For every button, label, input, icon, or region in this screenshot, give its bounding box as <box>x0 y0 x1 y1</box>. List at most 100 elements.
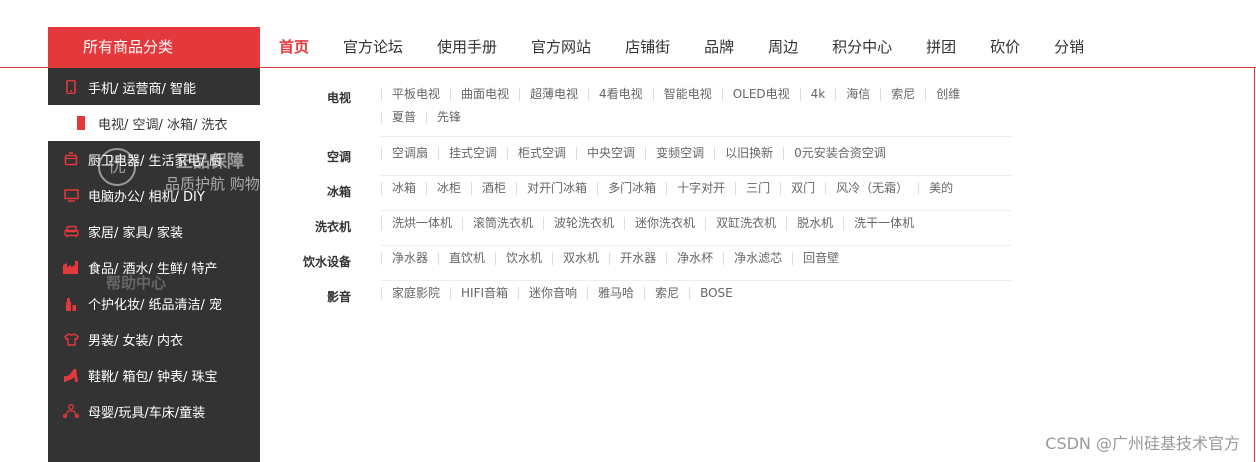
subcategory-link[interactable]: 0元安装合资空调 <box>783 147 896 160</box>
subcategory-link[interactable]: 双缸洗衣机 <box>705 217 786 230</box>
subcategory-link[interactable]: 三门 <box>735 182 780 195</box>
subcategory-link[interactable]: 迷你音响 <box>518 287 587 300</box>
sidebar-item-label: 手机/ 运营商/ 智能 <box>88 81 197 97</box>
row-items-washer: 洗烘一体机 滚筒洗衣机 波轮洗衣机 迷你洗衣机 双缸洗衣机 脱水机 洗干一体机 <box>381 212 1011 246</box>
subcategory-link[interactable]: 以旧换新 <box>714 147 783 160</box>
subcategory-link[interactable]: 中央空调 <box>576 147 645 160</box>
subcategory-link[interactable]: 酒柜 <box>471 182 516 195</box>
sidebar-item-computer[interactable]: 电脑办公/ 相机/ DIY <box>48 177 260 213</box>
subcategory-link[interactable]: OLED电视 <box>721 88 800 101</box>
nav-forum[interactable]: 官方论坛 <box>326 27 420 67</box>
main-nav: 首页 官方论坛 使用手册 官方网站 店铺街 品牌 周边 积分中心 拼团 砍价 分… <box>262 27 1101 67</box>
subcategory-link[interactable]: 挂式空调 <box>438 147 507 160</box>
nav-points[interactable]: 积分中心 <box>815 27 909 67</box>
computer-icon <box>62 187 80 203</box>
subcategory-link[interactable]: 平板电视 <box>381 88 450 101</box>
row-items-av: 家庭影院 HIFI音箱 迷你音响 雅马哈 索尼 BOSE <box>381 282 1011 315</box>
subcategory-link[interactable]: 脱水机 <box>786 217 843 230</box>
baby-icon <box>62 403 80 419</box>
subcategory-link[interactable]: 风冷（无霜） <box>825 182 918 195</box>
subcategory-link[interactable]: 直饮机 <box>438 252 495 265</box>
subcategory-link[interactable]: 雅马哈 <box>587 287 644 300</box>
subcategory-link[interactable]: 柜式空调 <box>507 147 576 160</box>
subcategory-link[interactable]: 变频空调 <box>645 147 714 160</box>
sidebar-item-kitchen[interactable]: 厨卫电器/ 生活家电/ 厨 <box>48 141 260 177</box>
nav-store-street[interactable]: 店铺街 <box>608 27 687 67</box>
sidebar-item-label: 男装/ 女装/ 内衣 <box>88 333 184 349</box>
row-label-water: 饮水设备 <box>302 255 351 269</box>
subcategory-link[interactable]: 美的 <box>918 182 963 195</box>
subcategory-link[interactable]: 索尼 <box>644 287 689 300</box>
row-items-fridge: 冰箱 冰柜 酒柜 对开门冰箱 多门冰箱 十字对开 三门 双门 风冷（无霜） 美的 <box>381 177 1011 211</box>
subcategory-link[interactable]: 净水杯 <box>666 252 723 265</box>
subcategory-link[interactable]: 4看电视 <box>588 88 653 101</box>
subcategory-link[interactable]: 双水机 <box>552 252 609 265</box>
tv-icon <box>72 115 90 131</box>
subcategory-link[interactable]: 夏普 <box>381 111 426 124</box>
sidebar-item-baby[interactable]: 母婴/玩具/车床/童装 <box>48 393 260 429</box>
sidebar-item-shoes[interactable]: 鞋靴/ 箱包/ 钟表/ 珠宝 <box>48 357 260 393</box>
subcategory-link[interactable]: 空调扇 <box>381 147 438 160</box>
sidebar-item-label: 家居/ 家具/ 家装 <box>88 225 184 241</box>
sidebar-item-cosmetics[interactable]: 个护化妆/ 纸品清洁/ 宠 <box>48 285 260 321</box>
subcategory-link[interactable]: 4k <box>799 88 836 101</box>
sidebar-item-label: 电视/ 空调/ 冰箱/ 洗衣 <box>98 117 228 133</box>
row-label-tv: 电视 <box>326 91 351 105</box>
kitchen-icon <box>62 151 80 167</box>
sidebar-item-label: 食品/ 酒水/ 生鲜/ 特产 <box>88 261 218 277</box>
subcategory-link[interactable]: 开水器 <box>609 252 666 265</box>
subcategory-link[interactable]: 曲面电视 <box>450 88 519 101</box>
category-sidebar: 优 正品保障 品质护航 购物 帮助中心 手机/ 运营商/ 智能 电视/ 空调/ … <box>48 68 261 462</box>
nav-home[interactable]: 首页 <box>262 27 326 67</box>
sidebar-item-home[interactable]: 家居/ 家具/ 家装 <box>48 213 260 249</box>
subcategory-link[interactable]: 冰箱 <box>381 182 426 195</box>
subcategory-link[interactable]: 净水器 <box>381 252 438 265</box>
subcategory-link[interactable]: 十字对开 <box>666 182 735 195</box>
subcategory-link[interactable]: 回音壁 <box>792 252 849 265</box>
subcategory-link[interactable]: 饮水机 <box>495 252 552 265</box>
subcategory-link[interactable]: 洗烘一体机 <box>381 217 462 230</box>
row-items-tv: 平板电视 曲面电视 超薄电视 4看电视 智能电视 OLED电视 4k 海信 索尼 创维夏普 先锋 <box>381 83 1011 137</box>
sidebar-item-label: 电脑办公/ 相机/ DIY <box>88 189 205 205</box>
row-items-ac: 空调扇 挂式空调 柜式空调 中央空调 变频空调 以旧换新 0元安装合资空调 <box>381 142 1011 176</box>
subcategory-link[interactable]: 创维 <box>925 88 970 101</box>
subcategory-link[interactable]: 家庭影院 <box>381 287 450 300</box>
subcategory-link[interactable]: 滚筒洗衣机 <box>462 217 543 230</box>
subcategory-link[interactable]: HIFI音箱 <box>450 287 518 300</box>
phone-icon <box>62 79 80 95</box>
sidebar-item-tv[interactable]: 电视/ 空调/ 冰箱/ 洗衣 <box>48 105 261 141</box>
sidebar-item-clothing[interactable]: 男装/ 女装/ 内衣 <box>48 321 260 357</box>
shirt-icon <box>62 331 80 347</box>
subcategory-link[interactable]: 先锋 <box>426 111 471 124</box>
subcategory-link[interactable]: 净水滤芯 <box>723 252 792 265</box>
nav-brand[interactable]: 品牌 <box>687 27 751 67</box>
heel-icon <box>62 367 80 383</box>
nav-official-site[interactable]: 官方网站 <box>514 27 608 67</box>
sidebar-item-food[interactable]: 食品/ 酒水/ 生鲜/ 特产 <box>48 249 260 285</box>
row-label-washer: 洗衣机 <box>314 220 351 234</box>
factory-icon <box>62 259 80 275</box>
subcategory-link[interactable]: 多门冰箱 <box>597 182 666 195</box>
subcategory-link[interactable]: 对开门冰箱 <box>516 182 597 195</box>
nav-distribution[interactable]: 分销 <box>1037 27 1101 67</box>
subcategory-link[interactable]: 智能电视 <box>652 88 722 101</box>
subcategory-link[interactable]: 冰柜 <box>426 182 471 195</box>
nav-group-buy[interactable]: 拼团 <box>909 27 973 67</box>
nav-manual[interactable]: 使用手册 <box>420 27 514 67</box>
nav-merch[interactable]: 周边 <box>751 27 815 67</box>
all-categories-button[interactable]: 所有商品分类 <box>48 27 260 68</box>
subcategory-link[interactable]: 洗干一体机 <box>843 217 924 230</box>
sidebar-item-phones[interactable]: 手机/ 运营商/ 智能 <box>48 69 260 105</box>
subcategory-link[interactable]: 迷你洗衣机 <box>624 217 705 230</box>
nav-bargain[interactable]: 砍价 <box>973 27 1037 67</box>
csdn-watermark: CSDN @广州硅基技术官方 <box>1045 434 1240 453</box>
subcategory-link[interactable]: 超薄电视 <box>519 88 588 101</box>
subcategory-link[interactable]: BOSE <box>689 287 743 300</box>
subcategory-flyout: 电视 平板电视 曲面电视 超薄电视 4看电视 智能电视 OLED电视 4k 海信 索尼 创维夏普先… <box>261 68 1254 462</box>
subcategory-link[interactable]: 波轮洗衣机 <box>543 217 624 230</box>
subcategory-link[interactable]: 海信 <box>835 88 880 101</box>
subcategory-link[interactable]: 索尼 <box>880 88 925 101</box>
sidebar-item-label: 母婴/玩具/车床/童装 <box>88 405 206 421</box>
subcategory-link[interactable]: 双门 <box>780 182 825 195</box>
sidebar-item-label: 个护化妆/ 纸品清洁/ 宠 <box>88 297 223 313</box>
